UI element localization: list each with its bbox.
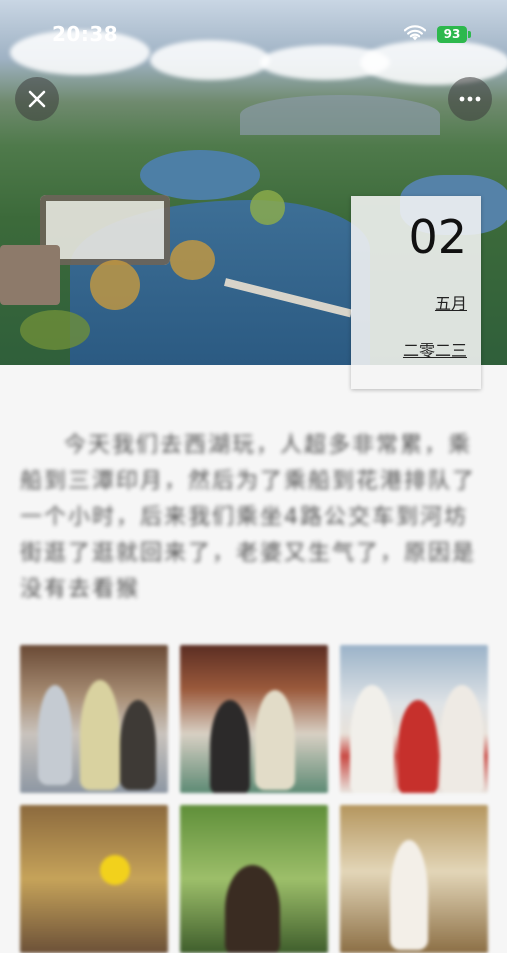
photo-5[interactable]	[180, 805, 328, 953]
more-icon	[459, 96, 481, 102]
diary-text: 今天我们去西湖玩，人超多非常累，乘船到三潭印月，然后为了乘船到花港排队了一个小时…	[20, 433, 477, 602]
more-button[interactable]	[448, 77, 492, 121]
wifi-icon	[404, 25, 426, 41]
photo-4[interactable]	[20, 805, 168, 953]
date-month: 五月	[434, 294, 467, 313]
photo-2[interactable]	[180, 645, 328, 793]
status-time: 20:38	[52, 22, 119, 46]
close-icon	[28, 90, 46, 108]
battery-icon: 93	[437, 26, 471, 43]
date-card: 02 五月 二零二三	[351, 196, 481, 389]
photo-1[interactable]	[20, 645, 168, 793]
date-day: 02	[408, 210, 467, 264]
photo-6[interactable]	[340, 805, 488, 953]
date-year: 二零二三	[402, 341, 467, 360]
photo-3[interactable]	[340, 645, 488, 793]
close-button[interactable]	[15, 77, 59, 121]
